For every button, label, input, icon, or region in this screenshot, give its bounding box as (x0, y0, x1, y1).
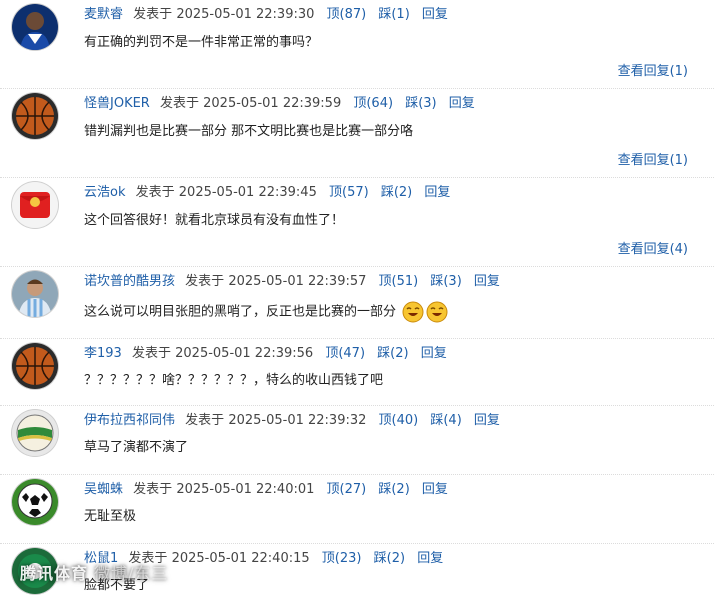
comment-meta: 诺坎普的酷男孩 发表于 2025-05-01 22:39:57 顶(51) 踩(… (84, 273, 500, 291)
view-replies-link[interactable]: 查看回复(4) (618, 238, 688, 257)
downvote-button[interactable]: 踩(1) (378, 7, 409, 22)
posted-label: 发表于 (133, 7, 173, 22)
reply-button[interactable]: 回复 (424, 185, 450, 200)
avatar[interactable] (12, 182, 58, 228)
comment-text: ？？？？？？啥？？？？？？，特么的收山西钱了吧 (84, 373, 384, 388)
username-link[interactable]: 伊布拉西祁同伟 (84, 413, 175, 428)
upvote-button[interactable]: 顶(23) (322, 551, 362, 566)
view-replies-link[interactable]: 查看回复(1) (618, 60, 688, 79)
posted-label: 发表于 (131, 346, 171, 361)
downvote-button[interactable]: 踩(3) (430, 274, 461, 289)
comment-text-content: 这么说可以明目张胆的黑哨了，反正也是比赛的一部分 (84, 304, 397, 320)
view-replies-link[interactable]: 查看回复(1) (618, 149, 688, 168)
timestamp: 2025-05-01 22:39:59 (203, 96, 342, 111)
username-link[interactable]: 李193 (84, 346, 122, 361)
comment-item: 怪兽JOKER 发表于 2025-05-01 22:39:59 顶(64) 踩(… (0, 89, 714, 178)
posted-label: 发表于 (135, 185, 175, 200)
comment-item: 诺坎普的酷男孩 发表于 2025-05-01 22:39:57 顶(51) 踩(… (0, 267, 714, 339)
reply-button[interactable]: 回复 (474, 413, 500, 428)
timestamp: 2025-05-01 22:40:15 (171, 551, 310, 566)
reply-button[interactable]: 回复 (422, 7, 448, 22)
downvote-button[interactable]: 踩(2) (381, 185, 412, 200)
comment-meta: 怪兽JOKER 发表于 2025-05-01 22:39:59 顶(64) 踩(… (84, 95, 475, 113)
downvote-button[interactable]: 踩(2) (374, 551, 405, 566)
username-link[interactable]: 吴蜘蛛 (84, 482, 123, 497)
watermark-text: 腾讯体育 (20, 564, 89, 583)
basketball-icon (12, 343, 58, 389)
volleyball-icon (12, 410, 58, 456)
username-link[interactable]: 麦默睿 (84, 7, 123, 22)
red-envelope-icon (12, 182, 58, 228)
comment-meta: 吴蜘蛛 发表于 2025-05-01 22:40:01 顶(27) 踩(2) 回… (84, 481, 448, 499)
reply-button[interactable]: 回复 (474, 274, 500, 289)
comment-item: 伊布拉西祁同伟 发表于 2025-05-01 22:39:32 顶(40) 踩(… (0, 406, 714, 475)
avatar[interactable] (12, 343, 58, 389)
comment-meta: 伊布拉西祁同伟 发表于 2025-05-01 22:39:32 顶(40) 踩(… (84, 412, 500, 430)
posted-label: 发表于 (185, 274, 225, 289)
downvote-button[interactable]: 踩(3) (405, 96, 436, 111)
comment-text: 错判漏判也是比赛一部分 那不文明比赛也是比赛一部分咯 (84, 124, 414, 139)
messi-photo-icon (12, 271, 58, 317)
avatar[interactable] (12, 410, 58, 456)
upvote-button[interactable]: 顶(40) (379, 413, 419, 428)
username-link[interactable]: 云浩ok (84, 185, 125, 200)
comment-text: 草马了演都不演了 (84, 440, 189, 455)
avatar[interactable] (12, 4, 58, 50)
grin-emoji-icon (426, 301, 448, 323)
downvote-button[interactable]: 踩(2) (377, 346, 408, 361)
reply-button[interactable]: 回复 (417, 551, 443, 566)
watermark-subtext: 微博/东三 (94, 564, 169, 583)
downvote-button[interactable]: 踩(4) (430, 413, 461, 428)
avatar[interactable] (12, 93, 58, 139)
timestamp: 2025-05-01 22:40:01 (176, 482, 315, 497)
upvote-button[interactable]: 顶(47) (325, 346, 365, 361)
comment-item: 李193 发表于 2025-05-01 22:39:56 顶(47) 踩(2) … (0, 339, 714, 406)
reply-button[interactable]: 回复 (421, 346, 447, 361)
upvote-button[interactable]: 顶(57) (329, 185, 369, 200)
timestamp: 2025-05-01 22:39:30 (176, 7, 315, 22)
comment-text: 这么说可以明目张胆的黑哨了，反正也是比赛的一部分 (84, 301, 448, 323)
username-link[interactable]: 诺坎普的酷男孩 (84, 274, 175, 289)
player-photo-icon (12, 4, 58, 50)
downvote-button[interactable]: 踩(2) (378, 482, 409, 497)
comment-meta: 云浩ok 发表于 2025-05-01 22:39:45 顶(57) 踩(2) … (84, 184, 450, 202)
upvote-button[interactable]: 顶(27) (327, 482, 367, 497)
comment-text: 有正确的判罚不是一件非常正常的事吗？ (84, 35, 319, 50)
comment-meta: 李193 发表于 2025-05-01 22:39:56 顶(47) 踩(2) … (84, 345, 447, 363)
comment-item: 云浩ok 发表于 2025-05-01 22:39:45 顶(57) 踩(2) … (0, 178, 714, 267)
comment-text: 这个回答很好！就看北京球员有没有血性了！ (84, 213, 345, 228)
timestamp: 2025-05-01 22:39:32 (228, 413, 367, 428)
timestamp: 2025-05-01 22:39:45 (178, 185, 317, 200)
upvote-button[interactable]: 顶(87) (327, 7, 367, 22)
upvote-button[interactable]: 顶(64) (353, 96, 393, 111)
avatar[interactable] (12, 479, 58, 525)
posted-label: 发表于 (159, 96, 199, 111)
avatar[interactable] (12, 271, 58, 317)
timestamp: 2025-05-01 22:39:57 (228, 274, 367, 289)
basketball-icon (12, 93, 58, 139)
comment-item: 麦默睿 发表于 2025-05-01 22:39:30 顶(87) 踩(1) 回… (0, 0, 714, 89)
upvote-button[interactable]: 顶(51) (379, 274, 419, 289)
watermark: 腾讯体育 微博/东三 (20, 560, 168, 584)
grin-emoji-icon (402, 301, 424, 323)
posted-label: 发表于 (185, 413, 225, 428)
comment-item: 吴蜘蛛 发表于 2025-05-01 22:40:01 顶(27) 踩(2) 回… (0, 475, 714, 544)
username-link[interactable]: 怪兽JOKER (84, 96, 150, 111)
comment-meta: 麦默睿 发表于 2025-05-01 22:39:30 顶(87) 踩(1) 回… (84, 6, 448, 24)
posted-label: 发表于 (133, 482, 173, 497)
comment-text: 无耻至极 (84, 509, 137, 524)
reply-button[interactable]: 回复 (422, 482, 448, 497)
timestamp: 2025-05-01 22:39:56 (175, 346, 314, 361)
reply-button[interactable]: 回复 (449, 96, 475, 111)
soccer-ball-icon (12, 479, 58, 525)
